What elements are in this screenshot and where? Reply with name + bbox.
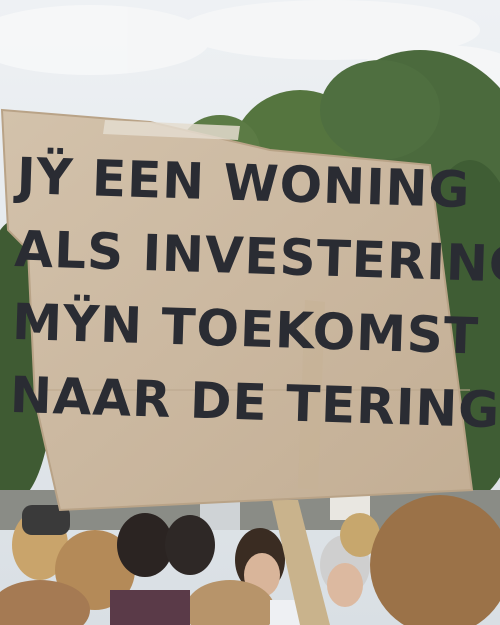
sign-message: JŸ EEN WONING ALS INVESTERING MŸN TOEKOM… <box>9 140 500 446</box>
sign-line-2: ALS INVESTERING <box>13 219 500 295</box>
sign-line-4: NAAR DE TERING <box>9 365 500 440</box>
sign-line-3: MŸN TOEKOMST <box>11 292 480 366</box>
sign-line-1: JŸ EEN WONING <box>15 146 472 220</box>
